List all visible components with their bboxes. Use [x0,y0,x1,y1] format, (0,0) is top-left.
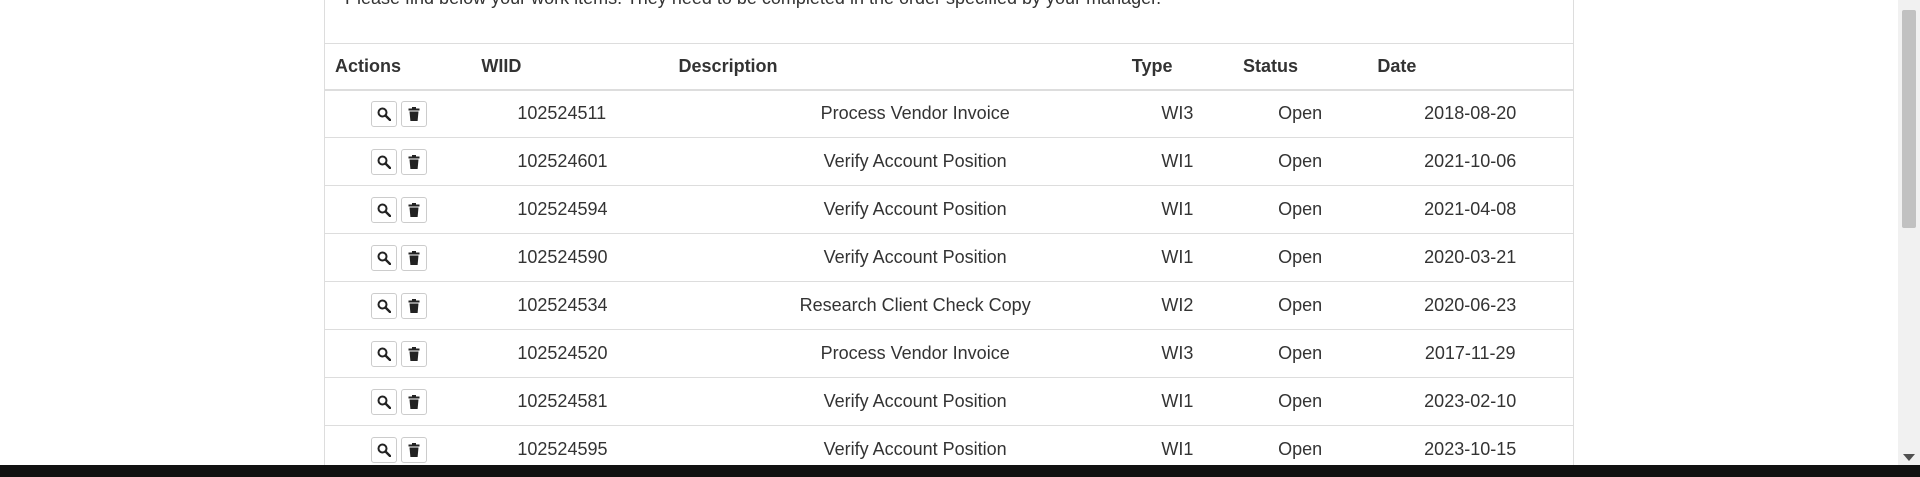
cell-status: Open [1232,137,1368,186]
cell-description: Verify Account Position [668,185,1122,234]
cell-wiid: 102524534 [471,281,669,330]
taskbar-edge [0,465,1920,477]
row-actions [325,185,472,234]
cell-wiid: 102524595 [471,425,669,465]
cell-description: Process Vendor Invoice [668,89,1122,138]
work-items-panel: Please find below your work items. They … [324,0,1574,465]
cell-wiid: 102524594 [471,185,669,234]
cell-wiid: 102524590 [471,233,669,282]
row-actions [325,137,472,186]
delete-button[interactable] [401,436,427,463]
cell-date: 2021-04-08 [1367,185,1573,234]
table-row: 102524590 Verify Account Position WI1 Open 2… [325,233,1573,282]
view-button[interactable] [371,148,397,175]
table-row: 102524534 Research Client Check Copy WI2 Op… [325,281,1573,330]
cell-wiid: 102524520 [471,329,669,378]
cell-status: Open [1232,89,1368,138]
row-actions [325,233,472,282]
delete-button[interactable] [401,148,427,175]
view-button[interactable] [371,436,397,463]
work-items-table: Actions WIID Description Type Status Dat… [325,43,1573,465]
cell-date: 2023-10-15 [1367,425,1573,465]
header-actions: Actions [325,43,472,91]
cell-status: Open [1232,281,1368,330]
delete-button[interactable] [401,292,427,319]
cell-type: WI1 [1121,137,1233,186]
cell-type: WI3 [1121,89,1233,138]
cell-wiid: 102524601 [471,137,669,186]
view-button[interactable] [371,196,397,223]
header-status[interactable]: Status [1232,43,1368,91]
view-button[interactable] [371,292,397,319]
cell-date: 2021-10-06 [1367,137,1573,186]
cell-status: Open [1232,185,1368,234]
delete-button[interactable] [401,196,427,223]
cell-date: 2018-08-20 [1367,89,1573,138]
view-button[interactable] [371,340,397,367]
cell-status: Open [1232,425,1368,465]
table-row: 102524520 Process Vendor Invoice WI3 Open 20… [325,329,1573,378]
cell-description: Verify Account Position [668,137,1122,186]
table-row: 102524595 Verify Account Position WI1 Open 2… [325,425,1573,465]
cell-description: Verify Account Position [668,233,1122,282]
cell-date: 2023-02-10 [1367,377,1573,426]
cell-description: Verify Account Position [668,377,1122,426]
cell-status: Open [1232,329,1368,378]
delete-button[interactable] [401,388,427,415]
delete-button[interactable] [401,100,427,127]
cell-date: 2020-03-21 [1367,233,1573,282]
row-actions [325,377,472,426]
intro-text: Please find below your work items. They … [345,0,1161,9]
cell-type: WI1 [1121,233,1233,282]
cell-description: Process Vendor Invoice [668,329,1122,378]
cell-type: WI1 [1121,185,1233,234]
cell-status: Open [1232,233,1368,282]
cell-type: WI1 [1121,377,1233,426]
table-row: 102524601 Verify Account Position WI1 Open 2… [325,137,1573,186]
table-row: 102524511 Process Vendor Invoice WI3 Open 20… [325,89,1573,138]
vertical-scrollbar[interactable] [1898,0,1920,465]
table-header-row: Actions WIID Description Type Status Dat… [325,43,1573,91]
delete-button[interactable] [401,244,427,271]
view-button[interactable] [371,244,397,271]
delete-button[interactable] [401,340,427,367]
header-description[interactable]: Description [668,43,1122,91]
cell-wiid: 102524511 [471,89,669,138]
cell-wiid: 102524581 [471,377,669,426]
cell-type: WI1 [1121,425,1233,465]
row-actions [325,425,472,465]
header-wiid[interactable]: WIID [471,43,669,91]
header-type[interactable]: Type [1121,43,1233,91]
cell-type: WI3 [1121,329,1233,378]
header-date[interactable]: Date [1367,43,1573,91]
cell-description: Research Client Check Copy [668,281,1122,330]
row-actions [325,329,472,378]
row-actions [325,89,472,138]
cell-type: WI2 [1121,281,1233,330]
cell-date: 2020-06-23 [1367,281,1573,330]
scrollbar-thumb[interactable] [1902,10,1916,228]
scroll-down-arrow-icon[interactable] [1903,454,1915,461]
view-button[interactable] [371,100,397,127]
cell-status: Open [1232,377,1368,426]
row-actions [325,281,472,330]
cell-date: 2017-11-29 [1367,329,1573,378]
view-button[interactable] [371,388,397,415]
cell-description: Verify Account Position [668,425,1122,465]
table-row: 102524594 Verify Account Position WI1 Open 2… [325,185,1573,234]
table-row: 102524581 Verify Account Position WI1 Open 2… [325,377,1573,426]
